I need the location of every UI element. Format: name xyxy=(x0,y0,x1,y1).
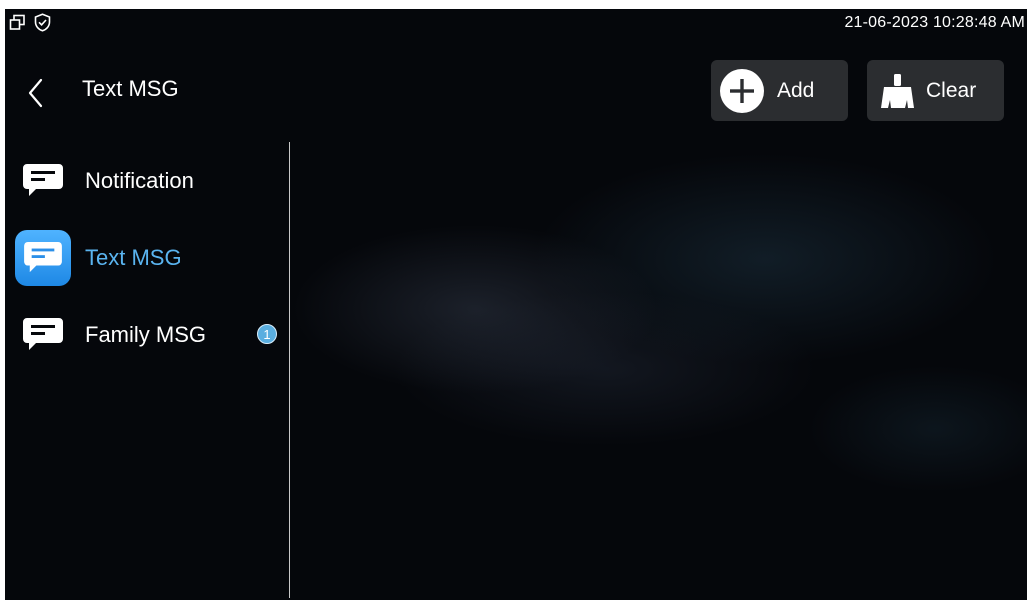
message-icon xyxy=(15,307,71,363)
sidebar-item-family-msg[interactable]: Family MSG xyxy=(15,307,206,363)
chevron-left-icon xyxy=(28,78,43,108)
sidebar-item-label: Notification xyxy=(85,168,194,193)
shield-check-icon xyxy=(34,13,51,37)
page-title: Text MSG xyxy=(82,76,179,101)
clear-button-label: Clear xyxy=(926,78,977,102)
add-button[interactable]: Add xyxy=(711,60,848,121)
add-button-label: Add xyxy=(777,78,815,102)
sidebar-item-label: Text MSG xyxy=(85,245,182,270)
plus-circle-icon xyxy=(719,68,765,114)
status-icons xyxy=(9,13,51,37)
unread-badge: 1 xyxy=(257,324,277,344)
sidebar-item-notification[interactable]: Notification xyxy=(15,153,194,209)
sidebar-item-label: Family MSG xyxy=(85,322,206,347)
broom-icon xyxy=(880,72,916,110)
status-datetime: 21-06-2023 10:28:48 AM xyxy=(844,14,1025,31)
back-button[interactable] xyxy=(25,77,47,109)
sidebar-item-text-msg[interactable]: Text MSG xyxy=(15,230,182,286)
message-icon xyxy=(15,153,71,209)
screen: 21-06-2023 10:28:48 AM Text MSG Add Clea… xyxy=(5,9,1027,600)
message-icon xyxy=(15,230,71,286)
windows-icon xyxy=(9,14,26,36)
sidebar-divider xyxy=(289,142,290,598)
clear-button[interactable]: Clear xyxy=(867,60,1004,121)
